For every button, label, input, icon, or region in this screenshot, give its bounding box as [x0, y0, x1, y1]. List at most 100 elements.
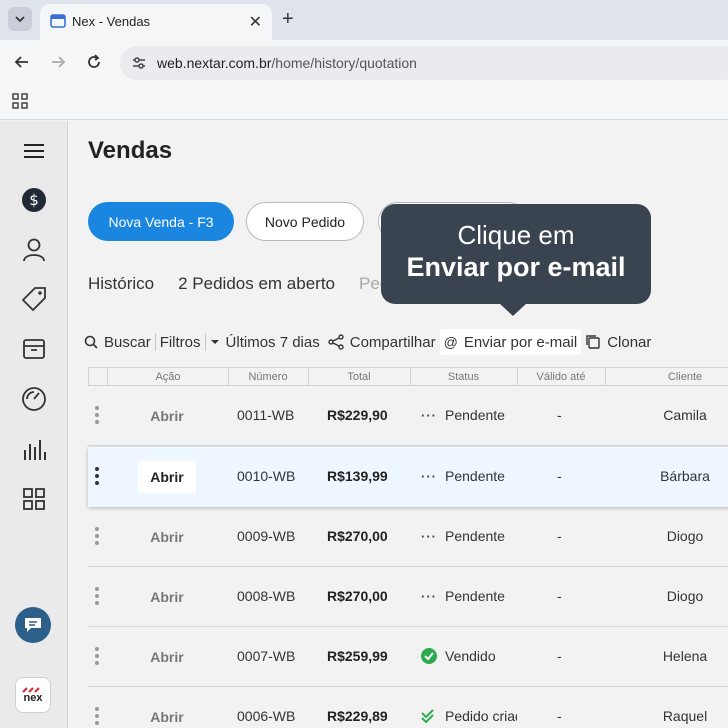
row-total: R$139,99	[327, 468, 388, 484]
row-number: 0007-WB	[237, 648, 296, 664]
app-sidebar: $ nex	[0, 121, 68, 728]
tooltip-line-1: Clique em	[457, 220, 575, 250]
row-client: Helena	[662, 648, 708, 664]
main-content: Vendas Nova Venda - F3 Novo Pedido Histó…	[68, 121, 728, 728]
tutorial-tooltip: Clique em Enviar por e-mail	[381, 204, 651, 304]
row-total: R$229,90	[327, 407, 388, 423]
row-valid: -	[557, 588, 562, 604]
back-arrow-icon	[14, 56, 28, 68]
open-button[interactable]: Abrir	[138, 701, 196, 728]
forward-button[interactable]	[48, 52, 68, 72]
forward-arrow-icon	[52, 56, 66, 68]
nex-logo[interactable]: nex	[15, 677, 51, 713]
row-status: ··· Pendente	[421, 588, 505, 604]
column-divider	[107, 368, 108, 385]
new-tab-icon[interactable]: +	[282, 8, 294, 31]
row-status: ··· Pendente	[421, 528, 505, 544]
site-settings-icon[interactable]	[130, 54, 148, 72]
tab-title: Nex - Vendas	[72, 14, 151, 29]
url-text: web.nextar.com.br/home/history/quotation	[157, 55, 417, 71]
share-label: Compartilhar	[349, 333, 436, 351]
close-tab-icon[interactable]: ✕	[249, 12, 262, 32]
double-check-icon	[421, 709, 434, 724]
sidebar-item-stock[interactable]	[20, 335, 48, 363]
period-dropdown[interactable]: Últimos 7 dias	[206, 329, 324, 355]
row-valid: -	[557, 708, 562, 724]
open-button[interactable]: Abrir	[138, 581, 196, 613]
new-sale-button[interactable]: Nova Venda - F3	[88, 202, 234, 241]
bar-chart-icon	[24, 440, 46, 460]
filters-action[interactable]: Filtros	[156, 329, 205, 355]
share-icon	[328, 334, 344, 350]
at-icon: @	[443, 334, 458, 350]
reload-button[interactable]	[84, 52, 104, 72]
sidebar-item-apps[interactable]	[20, 485, 48, 513]
new-order-button[interactable]: Novo Pedido	[246, 202, 364, 241]
col-numero[interactable]: Número	[228, 371, 308, 383]
hamburger-icon	[24, 144, 44, 158]
sidebar-item-sales[interactable]: $	[20, 186, 48, 214]
search-action[interactable]: Buscar	[80, 329, 155, 355]
dollar-icon: $	[22, 188, 46, 212]
table-row[interactable]: Abrir 0006-WB R$229,89 Pedido criad - Ra…	[88, 687, 728, 728]
filters-label: Filtros	[159, 333, 201, 351]
open-button[interactable]: Abrir	[138, 641, 196, 673]
clone-action[interactable]: Clonar	[581, 329, 655, 355]
back-button[interactable]	[12, 52, 32, 72]
col-valido[interactable]: Válido até	[517, 371, 605, 383]
box-icon	[23, 339, 45, 359]
check-circle-icon	[421, 648, 437, 664]
browser-toolbar: web.nextar.com.br/home/history/quotation	[0, 40, 728, 86]
col-acao: Ação	[155, 371, 181, 383]
send-email-label: Enviar por e-mail	[463, 333, 578, 351]
row-menu-icon[interactable]	[95, 467, 99, 485]
row-menu-icon[interactable]	[95, 647, 99, 665]
open-button[interactable]: Abrir	[138, 521, 196, 553]
col-status[interactable]: Status	[410, 371, 517, 383]
sidebar-item-customers[interactable]	[20, 235, 48, 263]
table-row[interactable]: Abrir 0008-WB R$270,00 ··· Pendente - Dio…	[88, 567, 728, 627]
row-menu-icon[interactable]	[95, 707, 99, 725]
table-row-selected[interactable]: Abrir 0010-WB R$139,99 ··· Pendente - Bár…	[88, 447, 728, 507]
table-row[interactable]: Abrir 0009-WB R$270,00 ··· Pendente - Dio…	[88, 507, 728, 567]
row-number: 0008-WB	[237, 588, 296, 604]
address-bar[interactable]: web.nextar.com.br/home/history/quotation	[120, 46, 728, 80]
row-total: R$259,99	[327, 648, 388, 664]
row-valid: -	[557, 648, 562, 664]
row-valid: -	[557, 528, 562, 544]
apps-grid-icon[interactable]	[12, 93, 28, 109]
table-header: Ação Número Total Status Válido até Clie…	[88, 367, 728, 386]
open-button[interactable]: Abrir	[138, 461, 196, 493]
tab-historico[interactable]: Histórico	[88, 274, 154, 294]
search-icon	[84, 335, 98, 349]
sidebar-item-products[interactable]	[20, 285, 48, 313]
share-action[interactable]: Compartilhar	[324, 329, 440, 355]
sidebar-item-dashboard[interactable]	[20, 385, 48, 413]
sidebar-item-reports[interactable]	[20, 435, 48, 463]
tab-search-button[interactable]	[8, 7, 32, 31]
menu-button[interactable]	[20, 137, 48, 165]
row-menu-icon[interactable]	[95, 587, 99, 605]
row-valid: -	[557, 407, 562, 423]
send-email-action[interactable]: @ Enviar por e-mail	[439, 329, 582, 355]
tab-pedidos-abertos[interactable]: 2 Pedidos em aberto	[178, 274, 335, 294]
col-cliente[interactable]: Cliente	[605, 371, 728, 383]
row-client: Bárbara	[660, 468, 710, 484]
clone-label: Clonar	[607, 333, 652, 351]
col-total[interactable]: Total	[308, 371, 410, 383]
row-menu-icon[interactable]	[95, 527, 99, 545]
tag-icon	[21, 287, 46, 312]
period-label: Últimos 7 dias	[225, 333, 320, 351]
pending-icon: ···	[421, 468, 437, 484]
row-menu-icon[interactable]	[95, 406, 99, 424]
table-row[interactable]: Abrir 0007-WB R$259,99 Vendido - Helena	[88, 627, 728, 687]
open-button[interactable]: Abrir	[138, 400, 196, 432]
gauge-icon	[22, 387, 46, 411]
pending-icon: ···	[421, 588, 437, 604]
table-row[interactable]: Abrir 0011-WB R$229,90 ··· Pendente - Cam…	[88, 386, 728, 446]
pending-icon: ···	[421, 528, 437, 544]
favicon-icon	[50, 14, 66, 28]
row-status: ··· Pendente	[421, 468, 505, 484]
chat-button[interactable]	[15, 607, 51, 643]
browser-tab[interactable]: Nex - Vendas ✕	[40, 4, 272, 40]
